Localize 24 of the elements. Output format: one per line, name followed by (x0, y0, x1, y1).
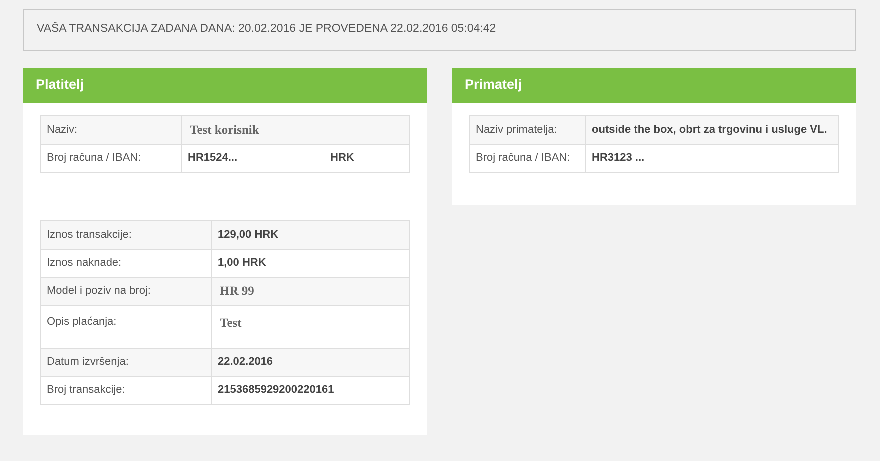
field-value: HR3123 ... (592, 151, 645, 166)
field-value: HR 99 (219, 283, 254, 300)
field-label: Datum izvršenja: (47, 355, 129, 370)
field-label: Naziv: (47, 122, 78, 138)
field-label: Iznos naknade: (47, 256, 122, 272)
card-title: Primatelj (465, 76, 522, 94)
field-label: Broj transakcije: (47, 383, 126, 398)
field-value: 129,00 HRK (218, 228, 279, 243)
field-label: Model i poziv na broj: (47, 284, 151, 300)
field-value: HR1524... (188, 151, 238, 166)
field-label: Opis plaćanja: (47, 315, 117, 330)
currency-value: HRK (330, 151, 354, 166)
notice-text: VAŠA TRANSAKCIJA ZADANA DANA: 20.02.2016 JE PROVEDENA 22.02.2016 05:04:42 (37, 21, 496, 38)
field-value: 2153685929200220161 (218, 383, 334, 398)
card-title: Platitelj (36, 76, 84, 94)
field-value: Test (219, 315, 242, 332)
field-label: Broj računa / IBAN: (476, 151, 570, 166)
field-label: Broj računa / IBAN: (47, 151, 142, 166)
field-label: Iznos transakcije: (47, 228, 132, 243)
field-value: 22.02.2016 (218, 355, 274, 370)
field-value: 1,00 HRK (218, 256, 266, 272)
field-value: Test korisnik (189, 122, 260, 139)
field-value: outside the box, obrt za trgovinu i usluge VL. (592, 122, 828, 138)
field-label: Naziv primatelja: (476, 122, 558, 138)
